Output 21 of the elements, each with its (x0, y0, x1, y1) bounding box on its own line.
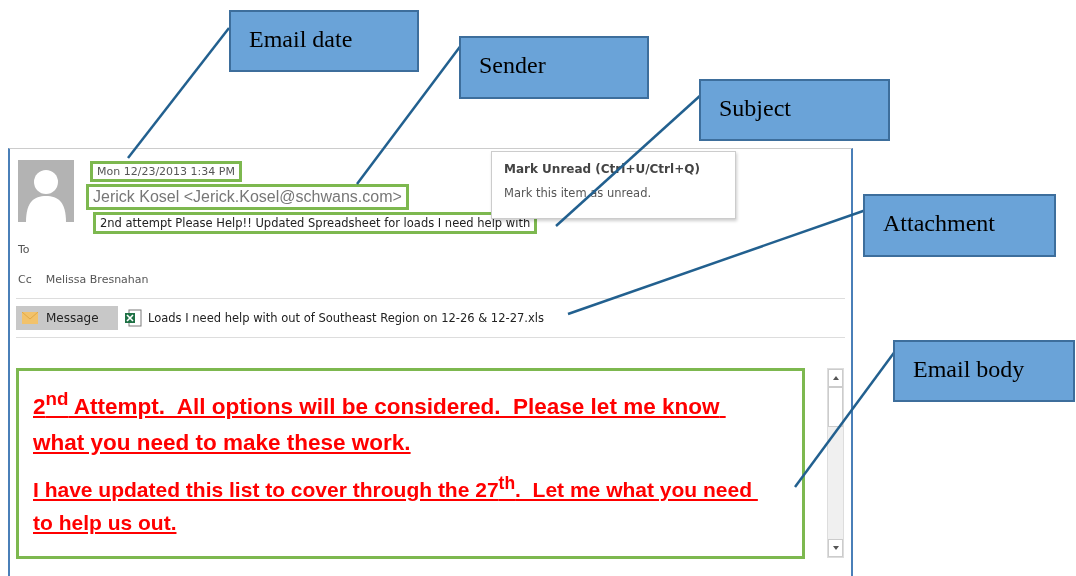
scroll-down-icon[interactable] (828, 539, 843, 557)
callout-label: Subject (699, 79, 890, 141)
body-paragraph: I have updated this list to cover through the 27$^{th}$. Let me what you need to help us out. (33, 471, 753, 536)
scrollbar[interactable] (827, 368, 844, 558)
email-date: Mon 12/23/2013 1:34 PM (90, 161, 242, 182)
sender-name: Jerick Kosel <Jerick.Kosel@schwans.com> (86, 184, 409, 210)
scroll-thumb[interactable] (828, 387, 843, 427)
callout-label: Sender (459, 36, 649, 99)
excel-file-icon (124, 309, 142, 327)
body-paragraph: 2$^{nd}$ Attempt. All options will be considered. Please let me know what you need to make these work. (33, 387, 721, 457)
cc-label: Cc (18, 272, 32, 286)
avatar-icon (18, 160, 74, 222)
callout-label: Email date (229, 10, 419, 72)
cc-recipient: Melissa Bresnahan (45, 272, 149, 286)
message-tab[interactable]: Message (16, 306, 118, 330)
callout-label: Attachment (863, 194, 1056, 257)
attachment-link[interactable]: Loads I need help with out of Southeast Region on 12-26 & 12-27.xls (148, 311, 544, 325)
to-label: To (18, 242, 30, 256)
scroll-up-icon[interactable] (828, 369, 843, 387)
envelope-icon (22, 312, 38, 324)
callout-label: Email body (893, 340, 1075, 402)
